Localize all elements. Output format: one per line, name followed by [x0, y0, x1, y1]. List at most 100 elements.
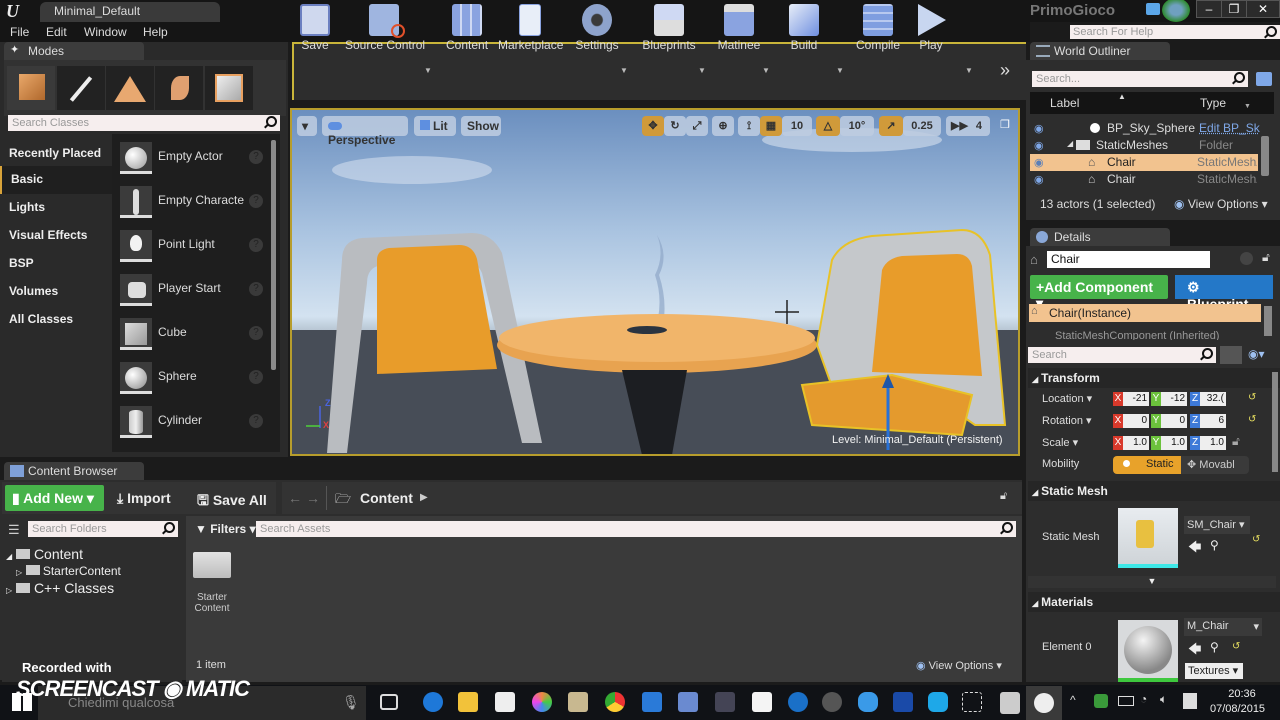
expand-advanced-icon[interactable]: ▼	[1028, 576, 1276, 588]
column-type[interactable]: Type	[1200, 96, 1226, 110]
place-item-empty-character[interactable]: Empty Characte?	[116, 184, 271, 228]
scale-tool-icon[interactable]: ⤢	[686, 116, 708, 136]
property-matrix-icon[interactable]	[1220, 346, 1242, 364]
outliner-row-type[interactable]: Edit BP_Sk	[1199, 121, 1260, 135]
matinee-dropdown[interactable]: ▼	[762, 66, 770, 75]
place-item-point-light[interactable]: Point Light?	[116, 228, 271, 272]
rotation-x-input[interactable]: 0	[1123, 414, 1149, 428]
outliner-view-options-button[interactable]: ◉ View Options ▾	[1174, 197, 1268, 211]
dark-app-icon[interactable]	[822, 692, 842, 712]
rotation-y-input[interactable]: 0	[1161, 414, 1187, 428]
place-item-cube[interactable]: Cube?	[116, 316, 271, 360]
rotation-label[interactable]: Rotation ▾	[1042, 414, 1092, 427]
scale-snap-icon[interactable]: ↗	[879, 116, 903, 136]
tree-node-content[interactable]: ◢ Content	[6, 546, 83, 562]
menu-edit[interactable]: Edit	[46, 25, 67, 39]
scale-x-input[interactable]: 1.0	[1123, 436, 1149, 450]
tree-node-startercontent[interactable]: ▷ StarterContent	[16, 564, 121, 578]
settings-button[interactable]: Settings	[575, 4, 619, 56]
category-volumes[interactable]: Volumes	[0, 278, 112, 306]
help-icon[interactable]: ?	[249, 150, 263, 164]
place-item-sphere[interactable]: Sphere?	[116, 360, 271, 404]
menu-help[interactable]: Help	[143, 25, 168, 39]
visibility-eye-icon[interactable]: ◉	[1034, 173, 1044, 186]
menu-file[interactable]: File	[10, 25, 29, 39]
unreal-editor-taskbar-button[interactable]	[1026, 686, 1062, 720]
chrome-icon[interactable]	[605, 692, 625, 712]
browse-asset-icon[interactable]: ⚲	[1210, 640, 1219, 654]
column-label[interactable]: Label	[1050, 96, 1079, 110]
help-icon[interactable]: ?	[249, 238, 263, 252]
show-hidden-icons[interactable]: ^	[1070, 693, 1076, 707]
reset-rotation-icon[interactable]: ↺	[1248, 414, 1256, 425]
content-browser-tab[interactable]: Content Browser	[4, 462, 144, 480]
category-lights[interactable]: Lights	[0, 194, 112, 222]
outlook-icon[interactable]	[642, 692, 662, 712]
materials-section-header[interactable]: ◢ Materials	[1028, 592, 1280, 612]
malwarebytes-icon[interactable]	[893, 692, 913, 712]
mobility-movable-option[interactable]: ✥ Movabl	[1181, 456, 1249, 474]
reset-static-mesh-icon[interactable]: ↺	[1252, 534, 1260, 545]
rotate-tool-icon[interactable]: ↻	[664, 116, 686, 136]
toolbar-overflow-button[interactable]: »	[1000, 60, 1010, 81]
play-dropdown[interactable]: ▼	[965, 66, 973, 75]
matinee-button[interactable]: Matinee	[716, 4, 762, 56]
grid-app-icon[interactable]	[752, 692, 772, 712]
document-tab[interactable]: Minimal_Default	[40, 2, 220, 22]
save-button[interactable]: Save	[300, 4, 330, 56]
viewport-options-button[interactable]: ▾	[297, 116, 317, 136]
tray-app-icon[interactable]	[1094, 694, 1108, 708]
visibility-eye-icon[interactable]: ◉	[1034, 139, 1044, 152]
toggle-sources-icon[interactable]: ☰	[8, 522, 20, 538]
help-icon[interactable]	[1240, 252, 1253, 265]
world-space-icon[interactable]: ⊕	[712, 116, 734, 136]
outliner-row[interactable]: ◉ ⌂ Chair StaticMeshA	[1030, 171, 1260, 188]
blue-circle-app-icon[interactable]	[788, 692, 808, 712]
scale-y-input[interactable]: 1.0	[1161, 436, 1187, 450]
add-new-button[interactable]: ▮ Add New ▾	[5, 485, 104, 511]
place-mode-icon[interactable]	[7, 66, 55, 110]
outliner-row[interactable]: ◉ ◢ StaticMeshes Folder	[1030, 137, 1260, 154]
search-classes-input[interactable]: Search Classes	[8, 115, 280, 131]
outliner-row-selected[interactable]: ◉ ⌂ Chair StaticMeshA	[1030, 154, 1258, 171]
skype-icon[interactable]	[928, 692, 948, 712]
settings-dropdown[interactable]: ▼	[620, 66, 628, 75]
visibility-eye-icon[interactable]: ◉	[1034, 156, 1044, 169]
help-icon[interactable]: ?	[249, 194, 263, 208]
import-button[interactable]: ⤓ Import	[117, 490, 171, 507]
clock-date[interactable]: 07/08/2015	[1210, 703, 1265, 715]
help-search-input[interactable]: Search For Help	[1070, 25, 1280, 39]
volume-icon[interactable]: 🔈︎	[1160, 692, 1167, 707]
play-button[interactable]: Play	[914, 4, 948, 56]
type-options-icon[interactable]: ▼	[1244, 103, 1251, 110]
location-label[interactable]: Location ▾	[1042, 392, 1092, 405]
camera-app-icon[interactable]	[715, 692, 735, 712]
place-item-empty-actor[interactable]: Empty Actor?	[116, 140, 271, 184]
show-button[interactable]: Show	[461, 116, 501, 136]
landscape-mode-icon[interactable]	[106, 66, 154, 110]
perspective-button[interactable]: Perspective	[322, 116, 408, 147]
reset-material-icon[interactable]: ↺	[1232, 641, 1240, 652]
place-item-cylinder[interactable]: Cylinder?	[116, 404, 271, 448]
world-outliner-tab[interactable]: World Outliner	[1030, 42, 1170, 60]
shield-app-icon[interactable]	[858, 692, 878, 712]
use-selected-arrow-icon[interactable]: 🡄	[1188, 538, 1201, 560]
filters-button[interactable]: ▼ Filters ▾	[195, 522, 256, 536]
scale-z-input[interactable]: 1.0	[1200, 436, 1226, 450]
store-icon[interactable]	[495, 692, 515, 712]
blueprint-button[interactable]: ⚙ Blueprint	[1175, 275, 1273, 312]
details-scrollbar[interactable]	[1272, 372, 1278, 472]
scale-snap-value[interactable]: 0.25	[903, 116, 941, 136]
rotation-snap-icon[interactable]: △	[816, 116, 840, 136]
reset-location-icon[interactable]: ↺	[1248, 392, 1256, 403]
details-search-input[interactable]: Search	[1028, 347, 1216, 363]
placeable-list-scrollbar[interactable]	[271, 140, 276, 370]
help-icon[interactable]: ?	[249, 282, 263, 296]
search-assets-input[interactable]: Search Assets	[256, 521, 1016, 537]
place-item-player-start[interactable]: Player Start?	[116, 272, 271, 316]
component-instance-row[interactable]: Chair(Instance)	[1029, 304, 1261, 322]
source-control-button[interactable]: Source Control	[345, 4, 425, 56]
search-folders-input[interactable]: Search Folders	[28, 521, 178, 537]
restore-button[interactable]: ❐	[1221, 0, 1247, 18]
maximize-viewport-icon[interactable]: ❐	[1000, 118, 1010, 131]
